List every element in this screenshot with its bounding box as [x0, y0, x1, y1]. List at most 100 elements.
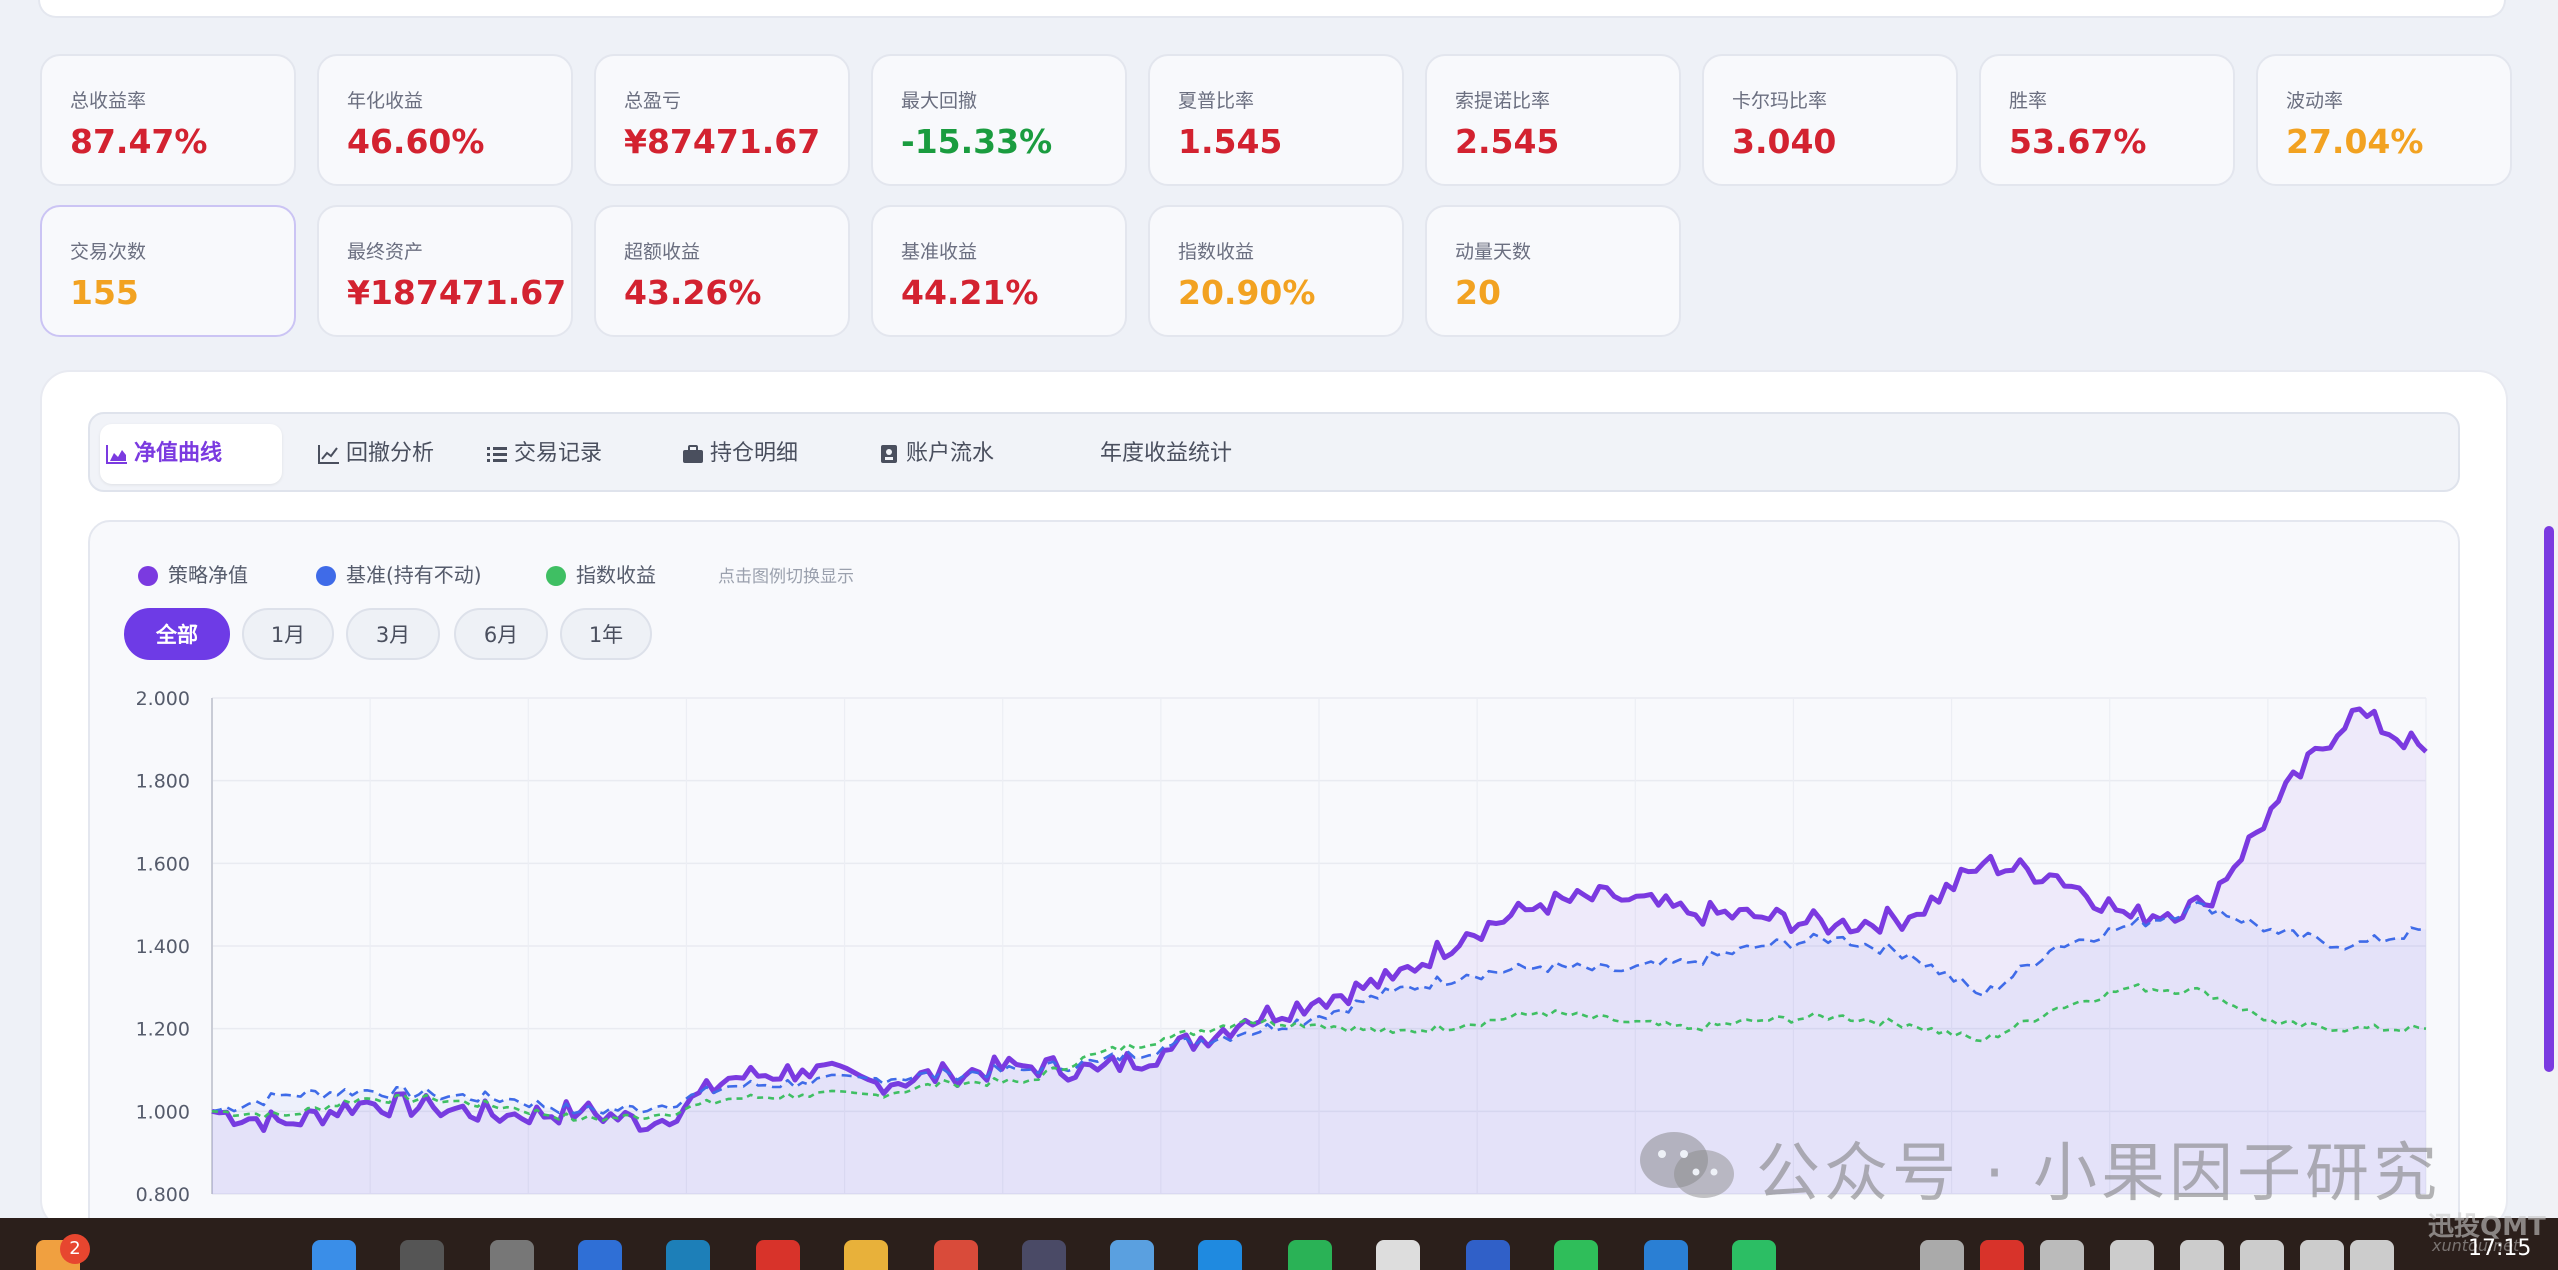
metric-value: 87.47% — [70, 122, 208, 161]
tab-label: 净值曲线 — [134, 441, 223, 466]
watermark-text: 公众号 · 小果因子研究 — [1756, 1137, 2442, 1211]
wechat-icon — [1640, 1132, 1734, 1198]
range-1m-button[interactable]: 1月 — [242, 608, 334, 660]
metric-label: 夏普比率 — [1178, 90, 1255, 112]
wifi-icon[interactable] — [2240, 1240, 2284, 1270]
edge-icon[interactable] — [666, 1240, 710, 1270]
metric-card: 波动率 27.04% — [2256, 54, 2512, 186]
metric-value: 1.545 — [1178, 122, 1283, 161]
metric-value: 3.040 — [1732, 122, 1837, 161]
metric-value: ¥187471.67 — [347, 273, 567, 312]
vscode-icon[interactable] — [1644, 1240, 1688, 1270]
metric-label: 超额收益 — [624, 241, 701, 263]
range-3m-button[interactable]: 3月 — [346, 608, 440, 660]
scrollbar-thumb[interactable] — [2544, 526, 2554, 1072]
search-icon[interactable] — [400, 1240, 444, 1270]
legend-index[interactable]: 指数收益 — [546, 560, 656, 590]
ledger-icon — [881, 445, 897, 463]
metric-value: ¥87471.67 — [624, 122, 821, 161]
metric-card: 指数收益 20.90% — [1148, 205, 1404, 337]
volume-icon[interactable] — [2300, 1240, 2344, 1270]
previous-card-edge — [38, 0, 2506, 18]
metric-value: 53.67% — [2009, 122, 2147, 161]
metric-card: 总收益率 87.47% — [40, 54, 296, 186]
metric-value: 155 — [70, 273, 139, 312]
folder-icon[interactable] — [844, 1240, 888, 1270]
metric-label: 胜率 — [2009, 90, 2048, 112]
metric-label: 总盈亏 — [624, 90, 682, 112]
metric-card: 卡尔玛比率 3.040 — [1702, 54, 1958, 186]
tab-trades[interactable]: 交易记录 — [480, 424, 640, 484]
metric-value: 2.545 — [1455, 122, 1560, 161]
metric-card: 最终资产 ¥187471.67 — [317, 205, 573, 337]
tray-app-icon[interactable] — [2040, 1240, 2084, 1270]
tray-ime-icon[interactable] — [2180, 1240, 2224, 1270]
metric-card: 最大回撤 -15.33% — [871, 54, 1127, 186]
metric-card: 超额收益 43.26% — [594, 205, 850, 337]
wechat-work-icon[interactable] — [1288, 1240, 1332, 1270]
metric-label: 年化收益 — [347, 90, 424, 112]
wps-icon[interactable] — [756, 1240, 800, 1270]
tab-holdings[interactable]: 持仓明细 — [676, 424, 836, 484]
stack-app-icon[interactable] — [578, 1240, 622, 1270]
tab-cashflow[interactable]: 账户流水 — [872, 424, 1032, 484]
metric-value: 20.90% — [1178, 273, 1316, 312]
windows-start-icon[interactable] — [312, 1240, 356, 1270]
tab-label: 回撤分析 — [346, 441, 435, 466]
ie-icon[interactable] — [1198, 1240, 1242, 1270]
metric-card: 交易次数 155 — [40, 205, 296, 337]
legend-strategy[interactable]: 策略净值 — [138, 560, 248, 590]
ide-icon[interactable] — [1022, 1240, 1066, 1270]
y-tick-label: 1.200 — [136, 1019, 190, 1041]
legend-label: 策略净值 — [168, 563, 248, 587]
store-icon[interactable] — [934, 1240, 978, 1270]
metric-card: 索提诺比率 2.545 — [1425, 54, 1681, 186]
y-tick-label: 1.000 — [136, 1101, 190, 1123]
legend-benchmark[interactable]: 基准(持有不动) — [316, 560, 482, 590]
tab-drawdown[interactable]: 回撤分析 — [312, 424, 472, 484]
tab-label: 年度收益统计 — [1100, 441, 1233, 466]
y-tick-label: 1.600 — [136, 853, 190, 875]
metric-label: 指数收益 — [1178, 241, 1255, 263]
legend-hint: 点击图例切换显示 — [718, 567, 854, 587]
metric-card: 基准收益 44.21% — [871, 205, 1127, 337]
legend-dot — [138, 566, 158, 586]
metric-label: 波动率 — [2286, 90, 2344, 112]
tab-nav-curve[interactable]: 净值曲线 — [100, 424, 282, 484]
tray-sync-icon[interactable] — [2110, 1240, 2154, 1270]
notification-badge: 2 — [60, 1234, 90, 1264]
panda-icon[interactable] — [1376, 1240, 1420, 1270]
wechat-icon[interactable] — [1554, 1240, 1598, 1270]
metric-card: 胜率 53.67% — [1979, 54, 2235, 186]
metric-card: 夏普比率 1.545 — [1148, 54, 1404, 186]
metric-card: 年化收益 46.60% — [317, 54, 573, 186]
tray-chevron-icon[interactable] — [1920, 1240, 1964, 1270]
metric-value: 27.04% — [2286, 122, 2424, 161]
metric-label: 索提诺比率 — [1455, 90, 1551, 112]
task-view-icon[interactable] — [490, 1240, 534, 1270]
battery-icon[interactable] — [2350, 1240, 2394, 1270]
metric-label: 最终资产 — [347, 241, 424, 263]
range-6m-button[interactable]: 6月 — [454, 608, 548, 660]
result-tabs: 净值曲线 回撤分析 交易记录 持仓明细 账户流水 年度收益统计 — [88, 412, 2460, 492]
legend-dot — [546, 566, 566, 586]
briefcase-icon — [683, 445, 703, 463]
photo-icon[interactable] — [1110, 1240, 1154, 1270]
list-icon — [487, 447, 507, 462]
range-1y-button[interactable]: 1年 — [560, 608, 652, 660]
legend-label: 指数收益 — [576, 563, 656, 587]
metric-card: 动量天数 20 — [1425, 205, 1681, 337]
tray-wps-icon[interactable] — [1980, 1240, 2024, 1270]
notebook-icon[interactable] — [1466, 1240, 1510, 1270]
y-tick-label: 2.000 — [136, 688, 190, 710]
y-tick-label: 0.800 — [136, 1184, 190, 1206]
range-all-button[interactable]: 全部 — [124, 608, 230, 660]
area-chart-icon — [106, 445, 127, 464]
metric-label: 卡尔玛比率 — [1732, 90, 1828, 112]
terminal-icon[interactable] — [1732, 1240, 1776, 1270]
tab-label: 交易记录 — [514, 441, 603, 466]
metric-label: 基准收益 — [901, 241, 978, 263]
tab-annual-returns[interactable]: 年度收益统计 — [1100, 424, 1300, 484]
y-tick-label: 1.400 — [136, 936, 190, 958]
metric-value: -15.33% — [901, 122, 1053, 161]
